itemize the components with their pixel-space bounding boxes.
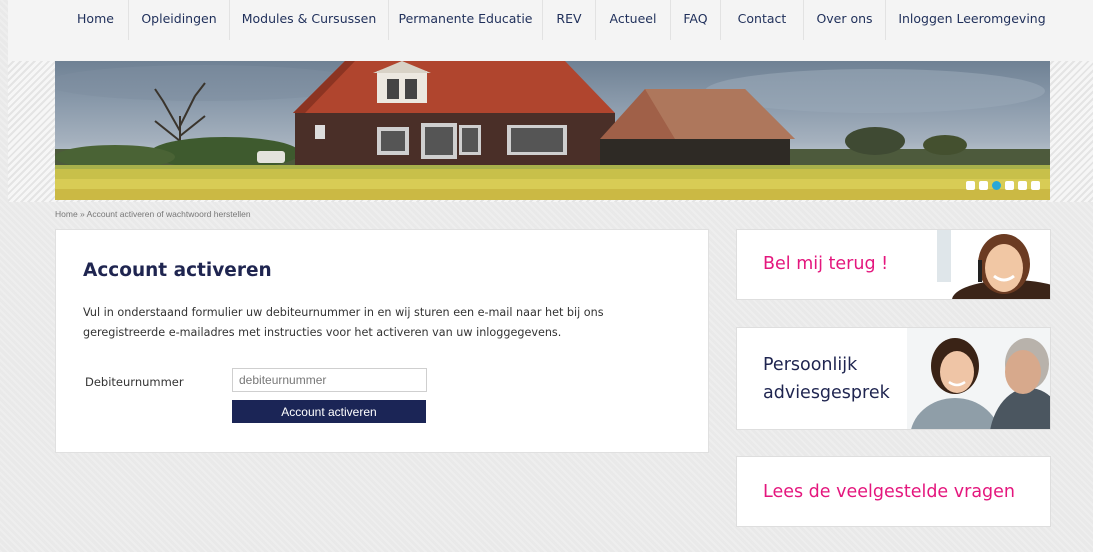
faq-banner[interactable]: Lees de veelgestelde vragen [736,456,1051,527]
slider-dot-3-active[interactable] [992,181,1001,190]
debiteurnummer-label: Debiteurnummer [85,375,184,389]
nav-item-actueel[interactable]: Actueel [596,0,671,40]
nav-item-home[interactable]: Home [63,0,129,40]
slider-dot-4[interactable] [1005,181,1014,190]
site-header: Home Opleidingen Modules & Cursussen Per… [8,0,1093,61]
nav-item-permanente-educatie[interactable]: Permanente Educatie [389,0,543,40]
nav-item-modules-cursussen[interactable]: Modules & Cursussen [230,0,389,40]
advice-label-line-1: Persoonlijk [763,355,858,375]
account-activeren-button[interactable]: Account activeren [232,400,426,423]
nav-item-contact[interactable]: Contact [721,0,804,40]
hero-slider [55,61,1050,200]
hero-banner-frame [8,61,1093,202]
advice-banner[interactable]: Persoonlijk adviesgesprek [736,327,1051,430]
page-description: Vul in onderstaand formulier uw debiteur… [83,303,643,343]
account-activation-card: Account activeren Vul in onderstaand for… [55,229,709,453]
callback-agent-photo [912,230,1050,299]
callback-label: Bel mij terug ! [763,254,889,274]
description-line-1: Vul in onderstaand formulier uw debiteur… [83,306,604,319]
slider-pagination [966,181,1040,190]
description-line-2: geregistreerde e-mailadres met instructi… [83,326,562,339]
nav-item-inloggen-leeromgeving[interactable]: Inloggen Leeromgeving [886,0,1058,40]
nav-item-over-ons[interactable]: Over ons [804,0,886,40]
faq-label: Lees de veelgestelde vragen [763,482,1016,502]
page-title: Account activeren [83,260,272,281]
nav-item-opleidingen[interactable]: Opleidingen [129,0,230,40]
main-navigation: Home Opleidingen Modules & Cursussen Per… [63,0,1058,40]
breadcrumb[interactable]: Home » Account activeren of wachtwoord h… [55,209,251,219]
slider-dot-6[interactable] [1031,181,1040,190]
nav-item-faq[interactable]: FAQ [671,0,721,40]
callback-banner[interactable]: Bel mij terug ! [736,229,1051,300]
slider-dot-1[interactable] [966,181,975,190]
slider-dot-2[interactable] [979,181,988,190]
debiteurnummer-input[interactable] [232,368,427,392]
advice-label-line-2: adviesgesprek [763,383,890,403]
slider-dot-5[interactable] [1018,181,1027,190]
advice-label: Persoonlijk adviesgesprek [763,351,890,407]
hero-image-farmhouse [55,61,1050,200]
advice-meeting-photo [907,328,1050,429]
nav-item-rev[interactable]: REV [543,0,596,40]
